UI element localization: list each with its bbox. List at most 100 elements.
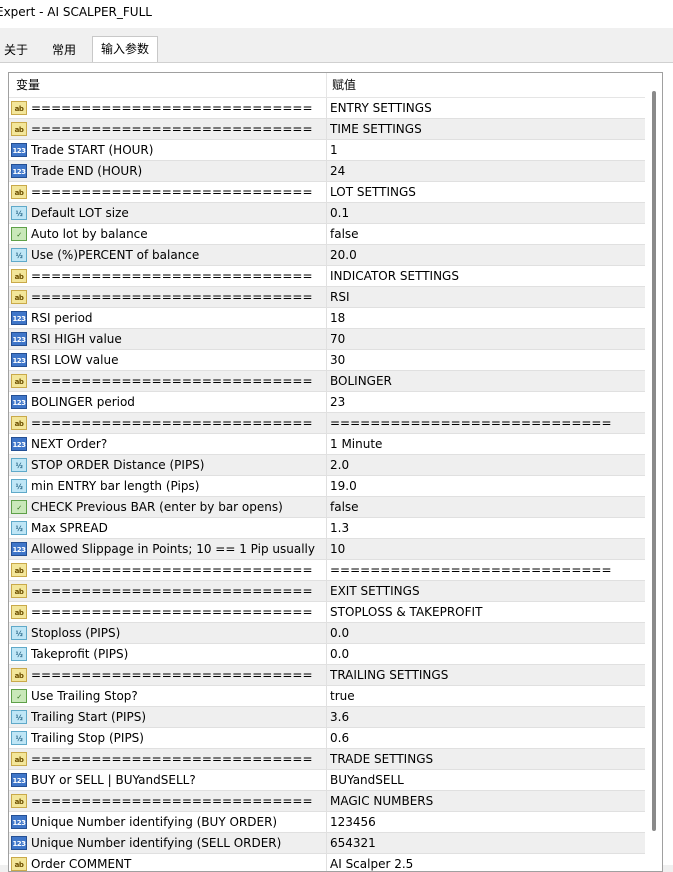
cell-separator [326,350,327,370]
table-row[interactable]: ab ============================ INDICATOR … [9,266,645,287]
variable-name: BUY or SELL | BUYandSELL? [31,773,196,787]
variable-value[interactable]: true [330,686,640,706]
variable-value[interactable]: 123456 [330,812,640,832]
table-row[interactable]: ab ============================ ==========… [9,413,645,434]
table-row[interactable]: 123 Trade START (HOUR) 1 [9,140,645,161]
variable-value[interactable]: 1.3 [330,518,640,538]
inputs-panel: 变量 赋值 ab ============================ ENTR… [0,62,673,872]
table-row[interactable]: ab ============================ LOT SETTIN… [9,182,645,203]
double-type-icon: ½ [11,710,27,724]
variable-name: ============================ [31,101,313,115]
vertical-scrollbar[interactable] [647,73,662,871]
cell-separator [326,581,327,601]
tab-about[interactable]: 关于 [4,39,28,61]
variable-value[interactable]: EXIT SETTINGS [330,581,640,601]
table-row[interactable]: 123 BUY or SELL | BUYandSELL? BUYandSELL [9,770,645,791]
table-row[interactable]: ab ============================ STOPLOSS &… [9,602,645,623]
table-row[interactable]: ½ STOP ORDER Distance (PIPS) 2.0 [9,455,645,476]
double-type-icon: ½ [11,248,27,262]
variable-value[interactable]: TIME SETTINGS [330,119,640,139]
table-row[interactable]: 123 RSI HIGH value 70 [9,329,645,350]
table-row[interactable]: ½ Stoploss (PIPS) 0.0 [9,623,645,644]
table-row[interactable]: ½ Trailing Stop (PIPS) 0.6 [9,728,645,749]
variable-value[interactable]: 2.0 [330,455,640,475]
variable-value[interactable]: 1 [330,140,640,160]
table-row[interactable]: 123 Unique Number identifying (BUY ORDER)… [9,812,645,833]
table-row[interactable]: ab ============================ MAGIC NUMB… [9,791,645,812]
variable-value[interactable]: RSI [330,287,640,307]
table-row[interactable]: 123 Unique Number identifying (SELL ORDER… [9,833,645,854]
variable-value[interactable]: 18 [330,308,640,328]
variable-value[interactable]: 24 [330,161,640,181]
table-row[interactable]: ✓ Auto lot by balance false [9,224,645,245]
table-row[interactable]: ab ============================ TIME SETTI… [9,119,645,140]
table-row[interactable]: ½ Max SPREAD 1.3 [9,518,645,539]
integer-type-icon: 123 [11,164,27,178]
table-row[interactable]: ½ Trailing Start (PIPS) 3.6 [9,707,645,728]
table-row[interactable]: 123 BOLINGER period 23 [9,392,645,413]
variable-value[interactable]: ============================ [330,413,640,433]
variable-value[interactable]: 0.1 [330,203,640,223]
scrollbar-thumb[interactable] [652,91,656,831]
table-row[interactable]: ab ============================ RSI [9,287,645,308]
variable-name: Stoploss (PIPS) [31,626,121,640]
variable-value[interactable]: ============================ [330,560,640,580]
table-row[interactable]: ab ============================ ==========… [9,560,645,581]
column-header-variable[interactable]: 变量 [16,73,40,97]
variable-value[interactable]: 654321 [330,833,640,853]
variable-value[interactable]: 0.6 [330,728,640,748]
table-row[interactable]: ½ Use (%)PERCENT of balance 20.0 [9,245,645,266]
variable-value[interactable]: 10 [330,539,640,559]
variable-value[interactable]: STOPLOSS & TAKEPROFIT [330,602,640,622]
variable-value[interactable]: 0.0 [330,623,640,643]
cell-separator [326,413,327,433]
variable-value[interactable]: TRADE SETTINGS [330,749,640,769]
integer-type-icon: 123 [11,332,27,346]
variable-value[interactable]: 30 [330,350,640,370]
table-row[interactable]: ab ============================ BOLINGER [9,371,645,392]
integer-type-icon: 123 [11,143,27,157]
variable-value[interactable]: BOLINGER [330,371,640,391]
table-row[interactable]: 123 NEXT Order? 1 Minute [9,434,645,455]
variable-value[interactable]: 19.0 [330,476,640,496]
variable-value[interactable]: false [330,224,640,244]
variable-value[interactable]: AI Scalper 2.5 [330,854,640,871]
table-row[interactable]: ½ Takeprofit (PIPS) 0.0 [9,644,645,665]
variable-value[interactable]: 23 [330,392,640,412]
table-row[interactable]: ✓ Use Trailing Stop? true [9,686,645,707]
tab-inputs[interactable]: 输入参数 [92,36,159,64]
variable-value[interactable]: false [330,497,640,517]
variable-value[interactable]: 3.6 [330,707,640,727]
variable-value[interactable]: BUYandSELL [330,770,640,790]
string-type-icon: ab [11,752,27,766]
table-row[interactable]: ✓ CHECK Previous BAR (enter by bar opens)… [9,497,645,518]
variable-value[interactable]: MAGIC NUMBERS [330,791,640,811]
variable-value[interactable]: TRAILING SETTINGS [330,665,640,685]
table-row[interactable]: ab ============================ EXIT SETTI… [9,581,645,602]
double-type-icon: ½ [11,647,27,661]
variable-value[interactable]: 20.0 [330,245,640,265]
tab-common[interactable]: 常用 [52,39,76,61]
table-row[interactable]: 123 Allowed Slippage in Points; 10 == 1 P… [9,539,645,560]
table-row[interactable]: ab Order COMMENT AI Scalper 2.5 [9,854,645,871]
table-row[interactable]: ab ============================ ENTRY SETT… [9,98,645,119]
variable-value[interactable]: INDICATOR SETTINGS [330,266,640,286]
table-row[interactable]: ab ============================ TRAILING S… [9,665,645,686]
cell-separator [326,119,327,139]
column-header-value[interactable]: 赋值 [332,73,356,97]
tab-strip: 关于 常用 输入参数 [0,28,673,64]
table-row[interactable]: 123 RSI period 18 [9,308,645,329]
table-row[interactable]: 123 RSI LOW value 30 [9,350,645,371]
table-row[interactable]: 123 Trade END (HOUR) 24 [9,161,645,182]
variable-value[interactable]: 70 [330,329,640,349]
table-row[interactable]: ½ Default LOT size 0.1 [9,203,645,224]
table-row[interactable]: ½ min ENTRY bar length (Pips) 19.0 [9,476,645,497]
variable-value[interactable]: ENTRY SETTINGS [330,98,640,118]
variable-name: Trade END (HOUR) [31,164,143,178]
column-separator[interactable] [326,73,327,97]
variable-value[interactable]: LOT SETTINGS [330,182,640,202]
variable-value[interactable]: 1 Minute [330,434,640,454]
variable-name: ============================ [31,185,313,199]
table-row[interactable]: ab ============================ TRADE SETT… [9,749,645,770]
variable-value[interactable]: 0.0 [330,644,640,664]
